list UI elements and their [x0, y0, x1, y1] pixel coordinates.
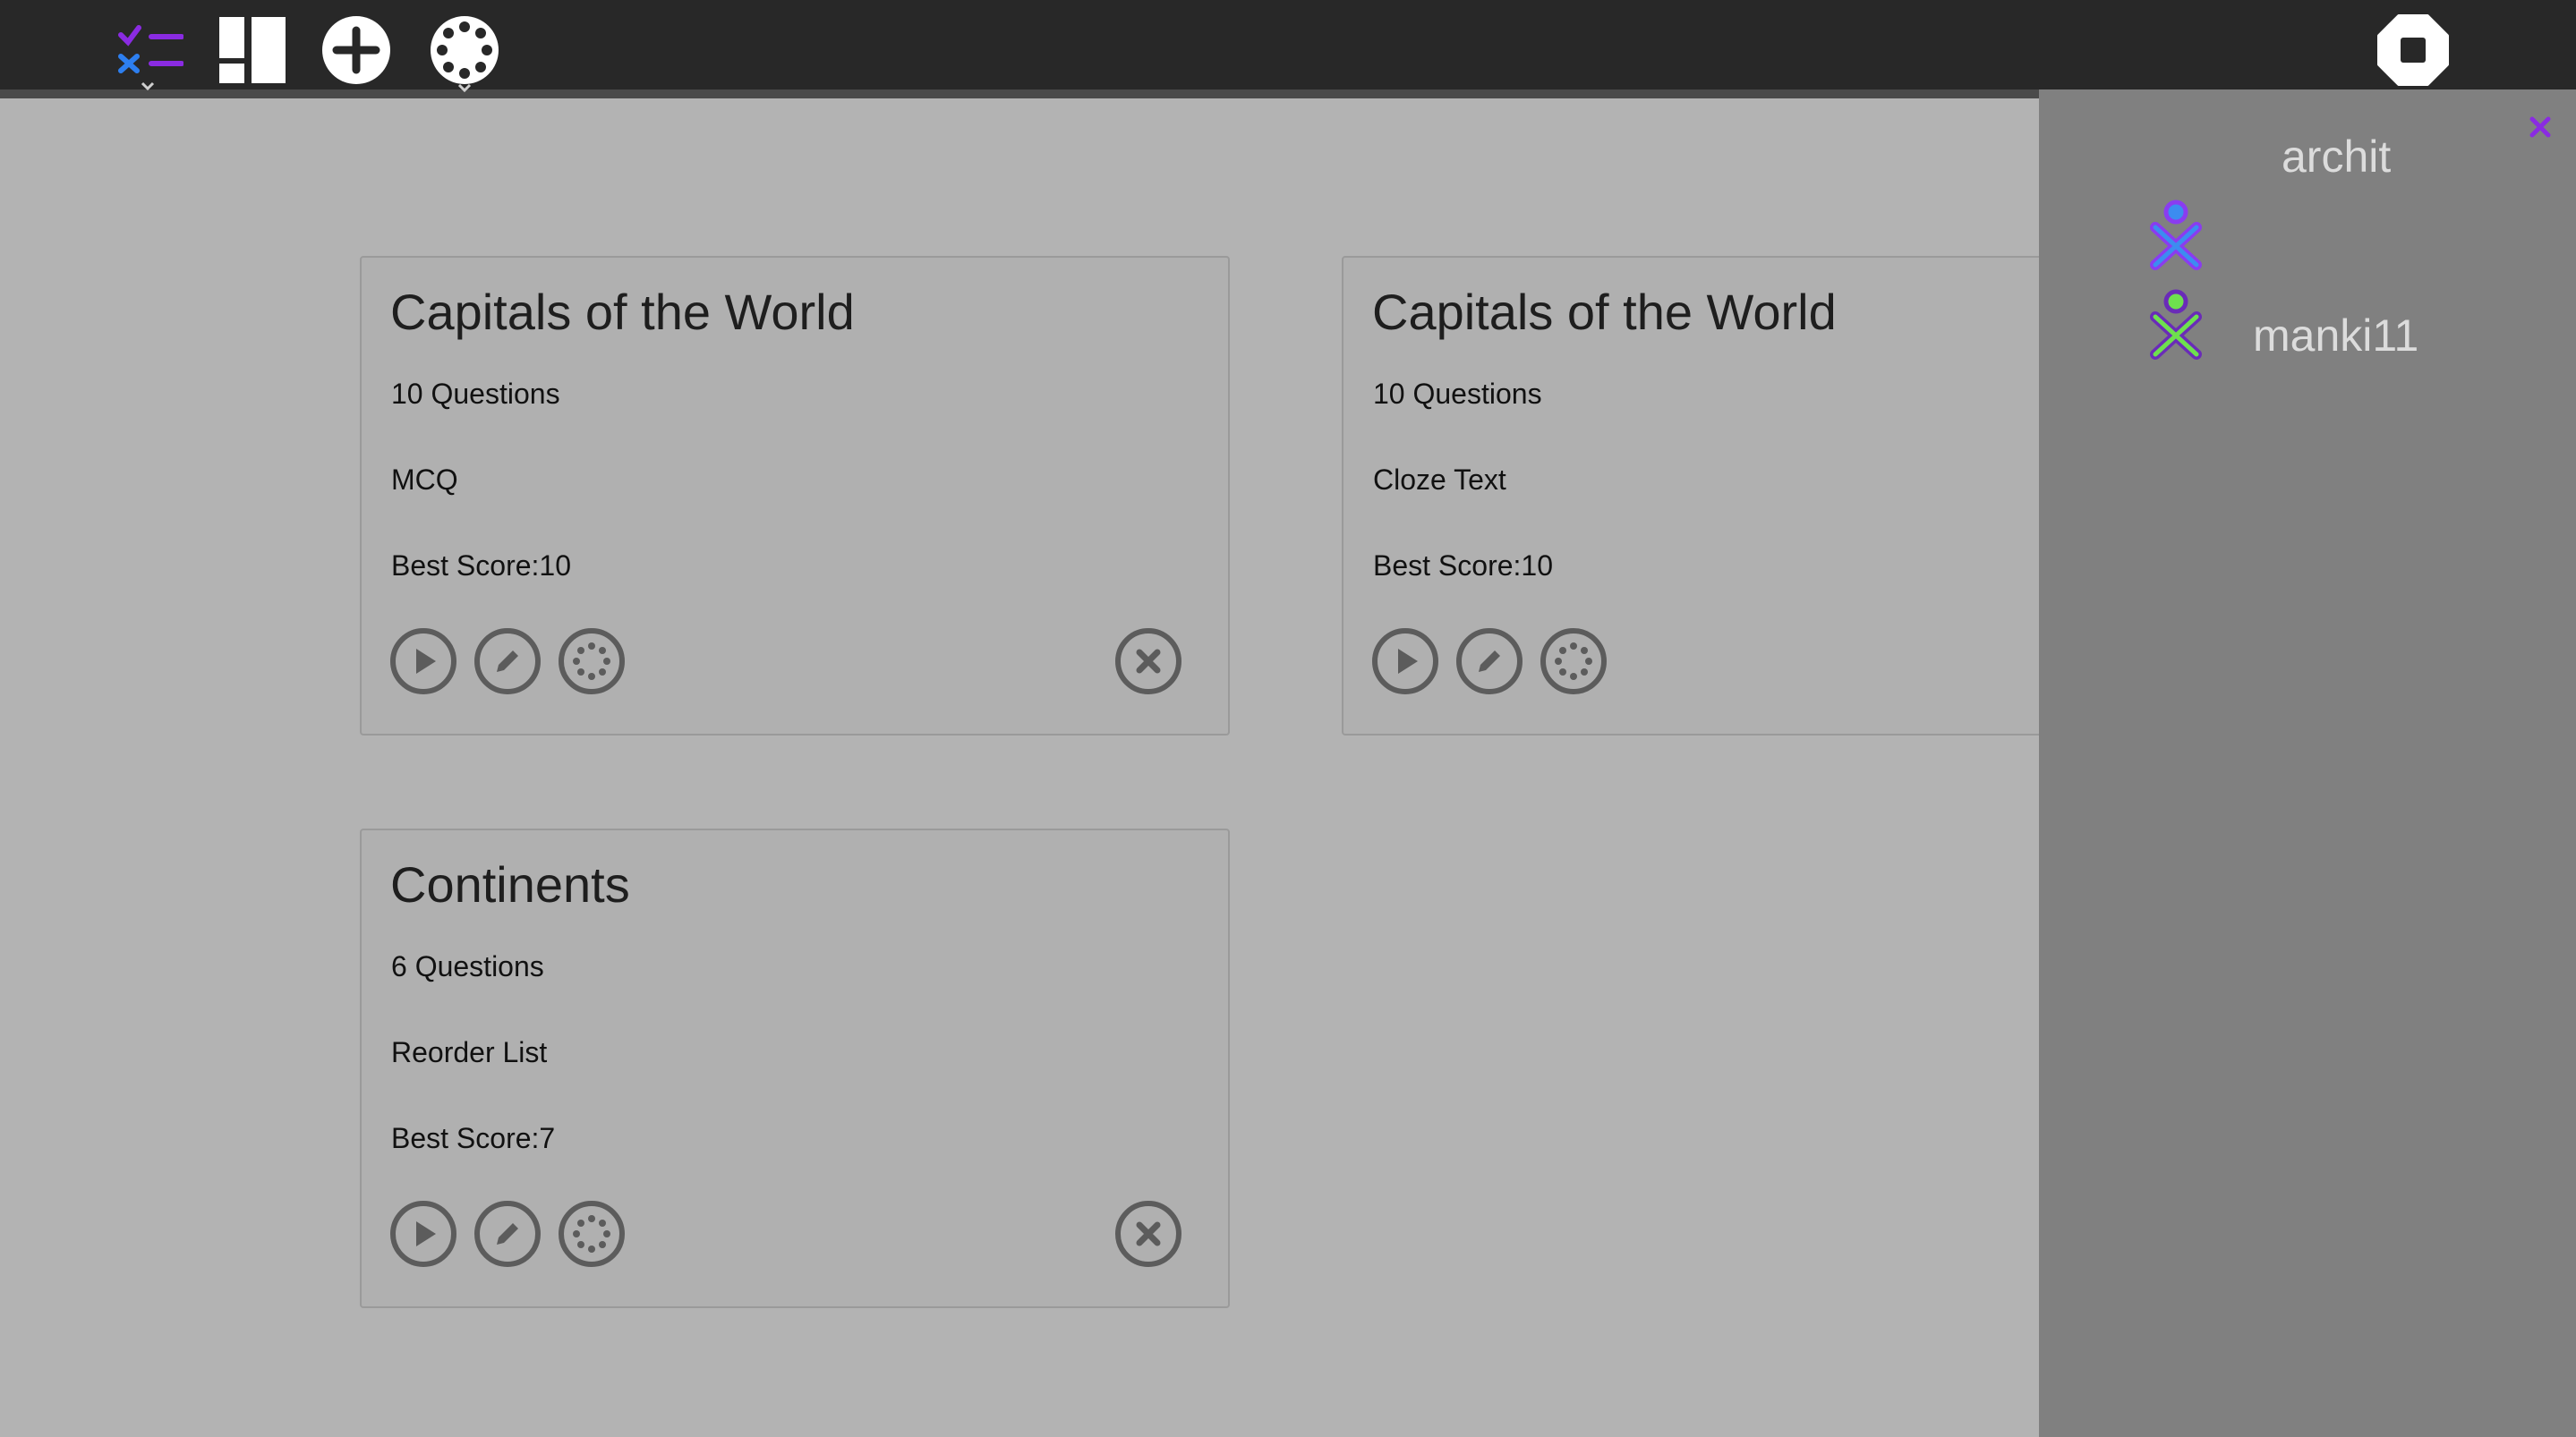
best-score: Best Score:7 — [391, 1122, 556, 1154]
pencil-icon — [497, 650, 518, 672]
play-button[interactable] — [1372, 628, 1438, 694]
add-button[interactable] — [319, 13, 394, 88]
network-button[interactable] — [424, 13, 505, 93]
play-button[interactable] — [390, 628, 456, 694]
play-icon — [1398, 649, 1418, 674]
close-icon — [1136, 649, 1161, 674]
exercise-card: Continents 6 Questions Reorder List Best… — [360, 829, 1230, 1308]
network-icon — [431, 16, 499, 84]
pencil-icon — [1479, 650, 1500, 672]
user-item — [2145, 199, 2207, 270]
edit-button[interactable] — [1456, 628, 1523, 694]
question-count: 10 Questions — [391, 378, 560, 410]
close-icon — [2529, 116, 2551, 138]
network-icon — [573, 642, 610, 680]
play-icon — [416, 1221, 436, 1246]
exercise-list: Capitals of the World 10 Questions MCQ B… — [0, 98, 2212, 1437]
chevron-down-icon — [141, 81, 155, 91]
exercise-type: Reorder List — [391, 1036, 548, 1068]
users-sidebar: archit manki11 — [2039, 89, 2576, 1437]
delete-button[interactable] — [1115, 628, 1181, 694]
close-sidebar-button[interactable] — [2528, 115, 2553, 144]
stop-button[interactable] — [2376, 13, 2451, 88]
question-count: 6 Questions — [391, 950, 544, 982]
best-score: Best Score:10 — [391, 549, 571, 582]
user-xo-icon — [2150, 289, 2202, 360]
user-xo-icon — [2150, 200, 2202, 270]
delete-button[interactable] — [1115, 1201, 1181, 1267]
question-count: 10 Questions — [1373, 378, 1542, 410]
pencil-icon — [497, 1223, 518, 1245]
user-name: manki11 — [2253, 310, 2419, 361]
best-score: Best Score:10 — [1373, 549, 1553, 582]
exercise-title: Continents — [390, 856, 630, 913]
chevron-down-icon — [457, 83, 472, 93]
exercise-type: MCQ — [391, 463, 458, 496]
share-button[interactable] — [559, 628, 625, 694]
exercise-title: Capitals of the World — [390, 284, 855, 340]
share-button[interactable] — [559, 1201, 625, 1267]
exercise-card: Capitals of the World 10 Questions MCQ B… — [360, 256, 1230, 736]
grid-view-button[interactable] — [215, 13, 290, 88]
exercise-type: Cloze Text — [1373, 463, 1506, 496]
share-button[interactable] — [1540, 628, 1607, 694]
close-icon — [1136, 1221, 1161, 1246]
user-name: archit — [2282, 132, 2392, 182]
toolbar — [0, 0, 2576, 98]
user-item — [2145, 288, 2207, 360]
network-icon — [1555, 642, 1592, 680]
exercise-title: Capitals of the World — [1372, 284, 1837, 340]
stop-icon — [2377, 14, 2449, 86]
edit-button[interactable] — [474, 1201, 541, 1267]
network-icon — [573, 1215, 610, 1253]
exercise-list-button[interactable] — [107, 14, 188, 91]
exercise-list-icon — [118, 25, 183, 73]
grid-view-icon — [219, 17, 286, 83]
add-icon — [322, 16, 390, 84]
edit-button[interactable] — [474, 628, 541, 694]
play-icon — [416, 649, 436, 674]
play-button[interactable] — [390, 1201, 456, 1267]
